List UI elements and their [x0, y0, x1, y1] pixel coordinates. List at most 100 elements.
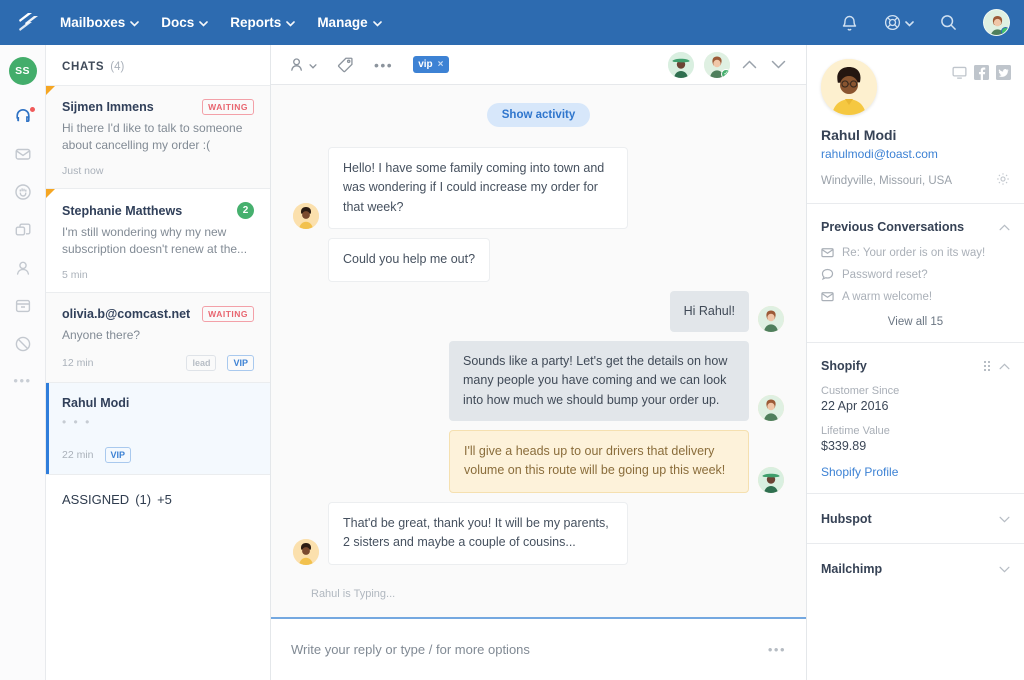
- conversation-snippet: Hi there I'd like to talk to someone abo…: [62, 120, 254, 154]
- chevron-up-icon[interactable]: [999, 358, 1010, 373]
- chevron-down-icon[interactable]: [999, 561, 1010, 576]
- help-scout-logo-icon[interactable]: [14, 10, 44, 36]
- nav-item-label: Docs: [161, 15, 194, 30]
- previous-conversation-item[interactable]: Password reset?: [821, 268, 1010, 281]
- search-icon[interactable]: [940, 14, 957, 31]
- contact-sidebar: Rahul Modi rahulmodi@toast.com Windyvill…: [806, 45, 1024, 680]
- conversation-item-stephanie-matthews[interactable]: Stephanie Matthews 2 I'm still wondering…: [46, 189, 270, 293]
- blocked-icon[interactable]: [8, 329, 38, 359]
- list-count: (4): [110, 61, 124, 73]
- conversation-more-icon[interactable]: •••: [374, 57, 393, 73]
- shopify-profile-link[interactable]: Shopify Profile: [821, 465, 1010, 479]
- assignee-avatar-2[interactable]: ✓: [704, 52, 730, 78]
- archive-icon[interactable]: [8, 291, 38, 321]
- rail-more-icon[interactable]: •••: [13, 373, 31, 388]
- conversation-snippet: Anyone there?: [62, 327, 254, 344]
- top-nav-actions: [841, 9, 1010, 36]
- unread-indicator-dot: [30, 107, 35, 112]
- chevron-down-icon: [130, 15, 139, 30]
- reply-composer[interactable]: Write your reply or type / for more opti…: [271, 617, 806, 680]
- facebook-icon[interactable]: [974, 65, 989, 80]
- shopify-panel: Shopify Customer Since 22 Apr 2016 Lifet…: [807, 342, 1024, 493]
- assign-person-icon[interactable]: [289, 56, 317, 73]
- hubspot-panel-header[interactable]: Hubspot: [821, 511, 1010, 526]
- message-row-agent-2: Sounds like a party! Let's get the detai…: [293, 341, 784, 421]
- show-activity-button[interactable]: Show activity: [487, 103, 591, 127]
- contact-location-row: Windyville, Missouri, USA: [821, 172, 1010, 189]
- person-icon[interactable]: [8, 253, 38, 283]
- hubspot-panel[interactable]: Hubspot: [807, 493, 1024, 543]
- contact-avatar: [821, 59, 877, 115]
- nav-item-mailboxes[interactable]: Mailboxes: [60, 15, 139, 30]
- message-row-customer-2: Could you help me out?: [293, 238, 784, 281]
- close-icon[interactable]: ×: [438, 59, 444, 70]
- conversation-item-olivia-b[interactable]: olivia.b@comcast.net WAITING Anyone ther…: [46, 293, 270, 383]
- panel-title: Previous Conversations: [821, 220, 964, 234]
- lifering-help-icon[interactable]: [884, 14, 914, 31]
- assigned-title: ASSIGNED: [62, 492, 129, 507]
- previous-conversation-item[interactable]: A warm welcome!: [821, 290, 1010, 303]
- contact-location: Windyville, Missouri, USA: [821, 175, 952, 187]
- chat-icon[interactable]: [952, 65, 967, 80]
- layers-icon[interactable]: [8, 215, 38, 245]
- composer-more-icon[interactable]: •••: [768, 642, 786, 657]
- message-row-customer-1: Hello! I have some family coming into to…: [293, 147, 784, 229]
- conversation-tag-vip[interactable]: VIP: [227, 355, 254, 371]
- conversation-item-top: Rahul Modi: [62, 396, 254, 410]
- conversation-list: CHATS (4) Sijmen Immens WAITING Hi there…: [46, 45, 271, 680]
- bell-icon[interactable]: [841, 14, 858, 32]
- conversation-item-top: olivia.b@comcast.net WAITING: [62, 306, 254, 322]
- chevron-down-icon: [905, 15, 914, 30]
- conversation-list-header: CHATS (4): [46, 45, 270, 86]
- nav-item-manage[interactable]: Manage: [317, 15, 381, 30]
- view-all-conversations-link[interactable]: View all 15: [821, 316, 1010, 328]
- previous-conversation-icon[interactable]: [740, 57, 759, 72]
- envelope-icon[interactable]: [8, 139, 38, 169]
- message-bubble: Sounds like a party! Let's get the detai…: [449, 341, 749, 421]
- conversation-time: 12 min: [62, 357, 94, 369]
- previous-conversation-item[interactable]: Re: Your order is on its way!: [821, 246, 1010, 259]
- assigned-count: (1): [135, 492, 151, 507]
- conversation-item-top: Sijmen Immens WAITING: [62, 99, 254, 115]
- rail-user-avatar[interactable]: SS: [9, 57, 37, 85]
- next-conversation-icon[interactable]: [769, 57, 788, 72]
- mailchimp-panel[interactable]: Mailchimp: [807, 543, 1024, 593]
- chevron-up-icon[interactable]: [999, 219, 1010, 234]
- tag-icon[interactable]: [337, 56, 354, 73]
- drag-handle-icon[interactable]: [984, 361, 990, 371]
- nav-item-label: Mailboxes: [60, 15, 125, 30]
- vip-tag-label: vip: [418, 59, 432, 70]
- conversation-tag-lead[interactable]: lead: [186, 355, 216, 371]
- nav-item-reports[interactable]: Reports: [230, 15, 295, 30]
- chevron-down-icon[interactable]: [999, 511, 1010, 526]
- shopify-field-label: Lifetime Value: [821, 425, 1010, 437]
- conversation-item-bottom: 12 min lead VIP: [62, 355, 254, 371]
- online-status-dot: [1001, 27, 1010, 36]
- typing-indicator-text: Rahul is Typing...: [293, 574, 784, 600]
- twitter-icon[interactable]: [996, 65, 1011, 80]
- contact-email-link[interactable]: rahulmodi@toast.com: [821, 147, 1010, 161]
- nav-item-label: Reports: [230, 15, 281, 30]
- headset-icon[interactable]: [8, 101, 38, 131]
- conversation-time: 5 min: [62, 269, 88, 281]
- previous-conversations-header[interactable]: Previous Conversations: [821, 219, 1010, 234]
- nav-item-docs[interactable]: Docs: [161, 15, 208, 30]
- current-user-avatar[interactable]: [983, 9, 1010, 36]
- conversation-item-rahul-modi[interactable]: Rahul Modi • • • 22 min VIP: [46, 383, 270, 475]
- assigned-section-header[interactable]: ASSIGNED (1) +5: [46, 475, 270, 524]
- hand-wave-icon[interactable]: [8, 177, 38, 207]
- unread-count-badge: 2: [237, 202, 254, 219]
- assignee-avatar-1[interactable]: [668, 52, 694, 78]
- gear-icon[interactable]: [996, 172, 1010, 189]
- customer-avatar: [293, 203, 319, 229]
- message-thread: Show activity Hello! I have some family …: [271, 85, 806, 617]
- conversation-tag-vip[interactable]: VIP: [105, 447, 132, 463]
- composer-placeholder: Write your reply or type / for more opti…: [291, 642, 530, 657]
- shopify-panel-header[interactable]: Shopify: [821, 358, 1010, 373]
- typing-indicator-dots: • • •: [62, 415, 254, 429]
- message-row-customer-3: That'd be great, thank you! It will be m…: [293, 502, 784, 565]
- vip-tag-chip[interactable]: vip ×: [413, 56, 448, 73]
- conversation-item-sijmen-immens[interactable]: Sijmen Immens WAITING Hi there I'd like …: [46, 86, 270, 189]
- message-row-agent-1: Hi Rahul!: [293, 291, 784, 332]
- mailchimp-panel-header[interactable]: Mailchimp: [821, 561, 1010, 576]
